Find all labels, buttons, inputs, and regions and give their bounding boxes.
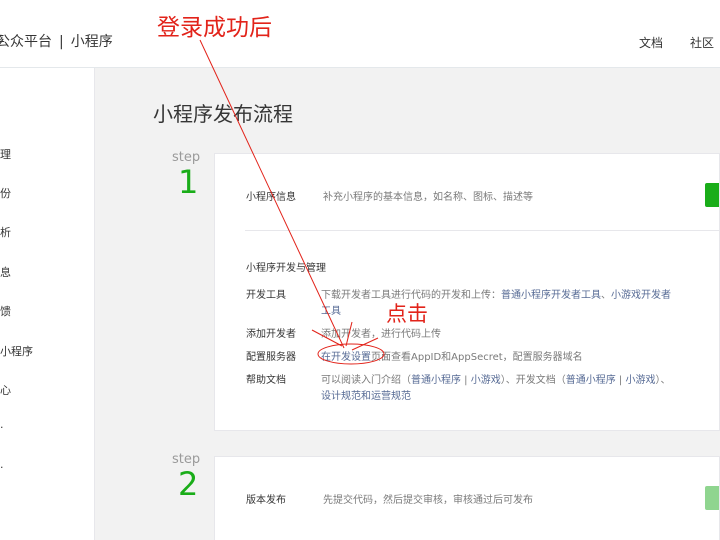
brand[interactable]: 平公众平台|小程序	[0, 31, 113, 51]
help-desc-b: ）、开发文档（	[500, 375, 566, 386]
tools-desc-wrap: 工具	[321, 302, 341, 317]
tools-label: 开发工具	[246, 290, 286, 301]
page-title: 小程序发布流程	[153, 102, 293, 126]
design-guide-link[interactable]: 设计规范和运营规范	[321, 391, 411, 402]
sidebar-item-member[interactable]: 份	[0, 185, 11, 201]
docs-link[interactable]: 文档	[639, 34, 663, 51]
sidebar-item-miniprogram[interactable]: 小程序	[0, 343, 33, 359]
community-link[interactable]: 社区	[690, 34, 714, 51]
sidebar-item-feedback[interactable]: 馈	[0, 303, 11, 319]
dev-settings-link[interactable]: 在开发设置	[321, 352, 371, 363]
intro-normal-link[interactable]: 普通小程序	[411, 375, 461, 386]
game-devtools-link[interactable]: 小游戏开发者	[611, 290, 671, 301]
intro-game-link[interactable]: 小游戏	[471, 375, 501, 386]
step-1-number: 1	[178, 163, 199, 201]
sidebar: 理 份 析 息 馈 小程序 心 · ·	[0, 68, 95, 540]
release-button[interactable]	[705, 486, 719, 510]
brand-separator: |	[59, 34, 64, 50]
release-desc: 先提交代码，然后提交审核，审核通过后可发布	[323, 495, 533, 506]
info-desc: 补充小程序的基本信息，如名称、图标、描述等	[323, 192, 533, 203]
normal-devtools-link[interactable]: 普通小程序开发者工具	[501, 290, 601, 301]
tools-separator: 、	[601, 290, 611, 301]
game-devtools-link-wrap[interactable]: 工具	[321, 306, 341, 317]
sidebar-item-info[interactable]: 息	[0, 264, 11, 280]
tools-desc: 下载开发者工具进行代码的开发和上传：普通小程序开发者工具、小游戏开发者	[321, 286, 671, 301]
help-desc-c: ）、	[655, 375, 671, 386]
sidebar-item-more-2[interactable]: ·	[0, 461, 4, 474]
sidebar-item-center[interactable]: 心	[0, 382, 11, 398]
step-2-number: 2	[178, 465, 199, 503]
server-desc: 在开发设置页面查看AppID和AppSecret，配置服务器域名	[321, 348, 583, 363]
top-bar: 平公众平台|小程序 文档 社区	[0, 0, 720, 68]
info-fill-button[interactable]	[705, 183, 719, 207]
card-divider	[245, 230, 719, 231]
product-name: 小程序	[70, 34, 113, 50]
brand-name: 公众平台	[0, 34, 52, 50]
step-1-card: 小程序信息 补充小程序的基本信息，如名称、图标、描述等 小程序开发与管理 开发工…	[214, 153, 720, 431]
add-dev-label: 添加开发者	[246, 329, 296, 340]
release-label: 版本发布	[246, 495, 286, 506]
help-desc: 可以阅读入门介绍（普通小程序 | 小游戏）、开发文档（普通小程序 | 小游戏）、	[321, 371, 670, 386]
server-desc-text: 页面查看AppID和AppSecret，配置服务器域名	[371, 352, 583, 363]
docs-normal-link[interactable]: 普通小程序	[566, 375, 616, 386]
help-desc-a: 可以阅读入门介绍（	[321, 375, 411, 386]
docs-game-link[interactable]: 小游戏	[625, 375, 655, 386]
help-bar-2: |	[615, 375, 626, 386]
help-bar-1: |	[461, 375, 471, 386]
info-label: 小程序信息	[246, 192, 296, 203]
server-label: 配置服务器	[246, 352, 296, 363]
sidebar-item-manage[interactable]: 理	[0, 146, 11, 162]
step-2-card: 版本发布 先提交代码，然后提交审核，审核通过后可发布	[214, 456, 720, 540]
dev-section-title: 小程序开发与管理	[246, 263, 326, 274]
sidebar-item-analysis[interactable]: 析	[0, 224, 11, 240]
annotation-login-note: 登录成功后	[157, 15, 272, 41]
annotation-click-note: 点击	[386, 302, 428, 326]
help-desc-wrap: 设计规范和运营规范	[321, 387, 411, 402]
sidebar-item-more-1[interactable]: ·	[0, 421, 4, 434]
help-label: 帮助文档	[246, 375, 286, 386]
